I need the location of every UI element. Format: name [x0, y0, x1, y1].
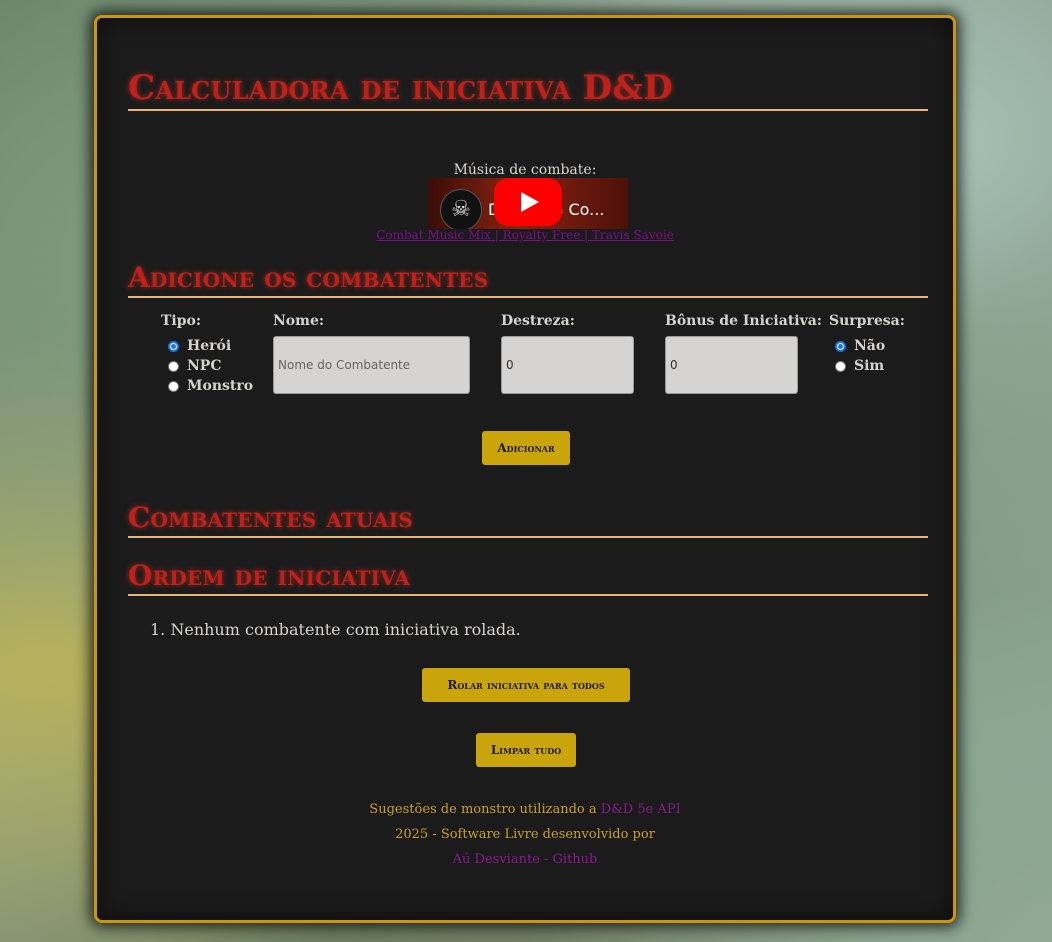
api-link[interactable]: D&D 5e API	[601, 802, 681, 817]
footer-author-wrap: Aú Desviante - Github	[97, 852, 953, 867]
footer-credit: 2025 - Software Livre desenvolvido por	[395, 827, 655, 842]
name-label: Nome:	[273, 313, 325, 329]
surprise-option-label: Não	[854, 338, 886, 354]
radio-nao[interactable]	[835, 340, 846, 352]
surprise-option-label: Sim	[854, 358, 885, 374]
init-bonus-input[interactable]: 0	[665, 336, 798, 394]
type-option-label: Monstro	[187, 378, 254, 394]
radio-monstro[interactable]	[168, 380, 179, 392]
clear-all-button[interactable]: Limpar tudo	[476, 733, 576, 767]
channel-avatar-icon: ☠	[440, 189, 482, 229]
add-section-title: Adicione os combatentes	[128, 262, 928, 298]
music-label: Música de combate:	[453, 162, 597, 178]
surprise-label: Surpresa:	[829, 313, 905, 329]
footer-suggestions: Sugestões de monstro utilizando a D&D 5e…	[97, 802, 953, 817]
youtube-embed[interactable]: ☠ D&D RPG Co...	[428, 178, 628, 229]
author-link[interactable]: Aú Desviante - Github	[453, 852, 598, 867]
dex-label: Destreza:	[501, 313, 575, 329]
type-option-heroi[interactable]: Herói	[168, 338, 231, 354]
page-title: Calculadora de iniciativa D&D	[128, 69, 928, 112]
list-item: 1. Nenhum combatente com iniciativa rola…	[150, 620, 521, 639]
radio-npc[interactable]	[168, 360, 179, 372]
video-link-wrap: Combat Music Mix | Royalty Free | Travis…	[97, 228, 953, 242]
current-section-title: Combatentes atuais	[128, 502, 928, 538]
type-option-label: NPC	[187, 358, 222, 374]
radio-heroi[interactable]	[168, 340, 179, 352]
main-panel: Calculadora de iniciativa D&D Música de …	[94, 15, 956, 923]
play-icon[interactable]	[494, 178, 562, 226]
footer-suggest-text: Sugestões de monstro utilizando a	[369, 802, 597, 817]
radio-sim[interactable]	[835, 360, 846, 372]
dex-input[interactable]: 0	[501, 336, 634, 394]
add-button[interactable]: Adicionar	[482, 431, 570, 465]
init-bonus-label: Bônus de Iniciativa:	[665, 313, 822, 329]
name-input[interactable]: Nome do Combatente	[273, 336, 470, 394]
type-option-label: Herói	[187, 338, 232, 354]
type-label: Tipo:	[161, 313, 202, 329]
surprise-option-sim[interactable]: Sim	[835, 358, 884, 374]
initiative-list: 1. Nenhum combatente com iniciativa rola…	[150, 620, 521, 639]
surprise-option-nao[interactable]: Não	[835, 338, 885, 354]
roll-initiative-button[interactable]: Rolar iniciativa para todos	[422, 668, 630, 702]
type-option-npc[interactable]: NPC	[168, 358, 221, 374]
order-section-title: Ordem de iniciativa	[128, 560, 928, 596]
type-option-monstro[interactable]: Monstro	[168, 378, 253, 394]
video-link[interactable]: Combat Music Mix | Royalty Free | Travis…	[376, 228, 674, 242]
